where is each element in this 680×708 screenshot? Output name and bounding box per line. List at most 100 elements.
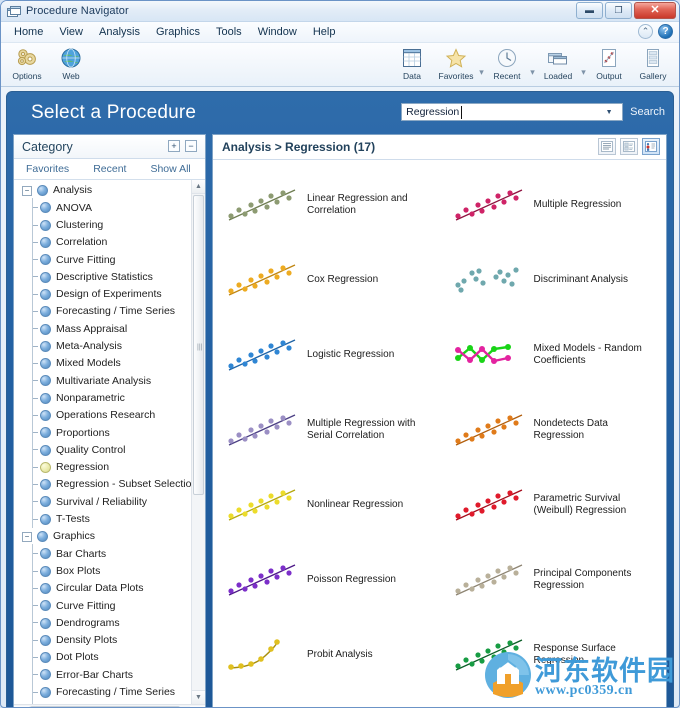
tree-item-anova[interactable]: ANOVA (14, 198, 191, 217)
tree-expander-icon[interactable]: − (22, 185, 32, 196)
tree-item-t-tests[interactable]: T-Tests (14, 509, 191, 528)
procedure-name: Cox Regression (307, 273, 379, 285)
tree-item-label: Design of Experiments (56, 288, 162, 301)
tree-item-dendrograms[interactable]: Dendrograms (14, 613, 191, 632)
procedure-item[interactable]: Multiple Regression with Serial Correlat… (213, 392, 440, 467)
tree-item-meta-analysis[interactable]: Meta-Analysis (14, 336, 191, 355)
recent-split-arrow[interactable]: ▾ (529, 45, 536, 78)
chevron-down-icon[interactable]: ▼ (600, 104, 618, 120)
loaded-split-arrow[interactable]: ▾ (580, 45, 587, 78)
list-view-button[interactable] (598, 138, 616, 155)
tree-item-dot-plots[interactable]: Dot Plots (14, 647, 191, 667)
detail-view-button[interactable] (620, 138, 638, 155)
menu-item-help[interactable]: Help (305, 24, 344, 40)
tree-item-clustering[interactable]: Clustering (14, 215, 191, 234)
tree-item-regression-subset-selection[interactable]: Regression - Subset Selection (14, 475, 197, 494)
breadcrumb-bar: Analysis > Regression (17) (213, 135, 666, 160)
tree-item-operations-research[interactable]: Operations Research (14, 405, 191, 425)
minimize-button[interactable]: ▬ (576, 2, 603, 19)
tree-vertical-scrollbar[interactable]: ▲ ||| ▼ (191, 180, 205, 704)
tree-item-label: Quality Control (56, 443, 126, 456)
tree-item-curve-fitting[interactable]: Curve Fitting (14, 596, 191, 615)
tree-item-forecasting-time-series[interactable]: Forecasting / Time Series (14, 302, 191, 321)
tree-item-design-of-experiments[interactable]: Design of Experiments (14, 284, 191, 304)
tree-item-label: Dendrograms (56, 616, 120, 629)
expand-all-button[interactable]: + (168, 140, 180, 152)
tree-item-graphics[interactable]: − Graphics (14, 528, 191, 545)
recent-button[interactable]: Recent (485, 45, 529, 81)
loaded-button[interactable]: Loaded (536, 45, 580, 81)
scrollbar-thumb[interactable]: ||| (193, 195, 204, 495)
tree-item-error-bar-charts[interactable]: Error-Bar Charts (14, 665, 191, 684)
search-combobox[interactable]: ▼ (401, 103, 624, 121)
tree-item-label: T-Tests (56, 513, 90, 526)
scroll-up-icon[interactable]: ▲ (192, 180, 205, 194)
procedure-item[interactable]: Ridge Regression (213, 692, 440, 707)
menu-item-window[interactable]: Window (250, 24, 305, 40)
favorites-split-arrow[interactable]: ▾ (478, 45, 485, 78)
tab-recent[interactable]: Recent (81, 163, 138, 175)
tree-expander-icon[interactable]: − (22, 531, 32, 542)
tree-item-survival-reliability[interactable]: Survival / Reliability (14, 492, 191, 511)
web-button[interactable]: Web (49, 45, 93, 81)
tree-item-multivariate-analysis[interactable]: Multivariate Analysis (14, 371, 191, 390)
menu-item-tools[interactable]: Tools (208, 24, 250, 40)
tree-item-box-plots[interactable]: Box Plots (14, 561, 191, 580)
procedure-item[interactable]: Multiple Regression (440, 167, 667, 242)
procedure-item[interactable]: Mixed Models - Random Coefficients (440, 317, 667, 392)
scroll-down-icon[interactable]: ▼ (192, 690, 205, 704)
tree-item-proportions[interactable]: Proportions (14, 423, 191, 442)
favorites-button[interactable]: Favorites (434, 45, 478, 81)
procedure-item[interactable]: Cox Regression (213, 242, 440, 317)
menu-item-graphics[interactable]: Graphics (148, 24, 208, 40)
data-button[interactable]: Data (390, 45, 434, 81)
maximize-button[interactable]: ❐ (605, 2, 632, 19)
tree-bullet-icon (37, 531, 48, 543)
collapse-all-button[interactable]: − (185, 140, 197, 152)
tree-item-quality-control[interactable]: Quality Control (14, 440, 191, 459)
help-icon[interactable]: ? (658, 24, 673, 39)
tree-item-regression[interactable]: Regression (14, 457, 191, 477)
gallery-button[interactable]: Gallery (631, 45, 675, 81)
procedure-item[interactable]: Robust Regression (440, 692, 667, 707)
procedure-name: Discriminant Analysis (533, 273, 628, 285)
procedure-item[interactable]: Linear Regression and Correlation (213, 167, 440, 242)
procedure-item[interactable]: Discriminant Analysis (440, 242, 667, 317)
collapse-ribbon-icon[interactable]: ⌃ (638, 24, 653, 39)
procedure-item[interactable]: Nondetects Data Regression (440, 392, 667, 467)
menu-item-home[interactable]: Home (6, 24, 51, 40)
search-button[interactable]: Search (630, 106, 665, 118)
search-input[interactable] (402, 104, 601, 120)
icon-view-button[interactable] (642, 138, 660, 155)
options-button[interactable]: Options (5, 45, 49, 81)
procedure-item[interactable]: Response Surface Regression (440, 617, 667, 692)
tab-favorites[interactable]: Favorites (14, 163, 81, 175)
tree-item-mixed-models[interactable]: Mixed Models (14, 353, 191, 373)
procedure-item[interactable]: Probit Analysis (213, 617, 440, 692)
output-button[interactable]: Output (587, 45, 631, 81)
tree-item-descriptive-statistics[interactable]: Descriptive Statistics (14, 267, 191, 286)
loaded-label: Loaded (543, 71, 573, 81)
menu-item-view[interactable]: View (51, 24, 91, 40)
procedure-item[interactable]: Parametric Survival (Weibull) Regression (440, 467, 667, 542)
tree-item-bar-charts[interactable]: Bar Charts (14, 544, 191, 563)
tree-item-label: Forecasting / Time Series (56, 686, 176, 698)
tab-show-all[interactable]: Show All (138, 163, 202, 175)
procedure-item[interactable]: Nonlinear Regression (213, 467, 440, 542)
tree-bullet-icon (40, 219, 51, 231)
menu-item-analysis[interactable]: Analysis (91, 24, 148, 40)
tree-item-nonparametric[interactable]: Nonparametric (14, 388, 191, 407)
tree-item-density-plots[interactable]: Density Plots (14, 630, 191, 650)
tree-item-forecasting-time-series[interactable]: Forecasting / Time Series (14, 682, 191, 701)
procedure-item[interactable]: Logistic Regression (213, 317, 440, 392)
tree-item-correlation[interactable]: Correlation (14, 232, 191, 252)
tree-item-circular-data-plots[interactable]: Circular Data Plots (14, 578, 191, 598)
close-button[interactable]: ✕ (634, 2, 676, 19)
tree-horizontal-scrollbar[interactable]: ◄ ||| ► (14, 704, 205, 707)
tree-item-mass-appraisal[interactable]: Mass Appraisal (14, 319, 191, 338)
tree-item-analysis[interactable]: − Analysis (14, 182, 191, 199)
procedure-item[interactable]: Poisson Regression (213, 542, 440, 617)
procedure-item[interactable]: Principal Components Regression (440, 542, 667, 617)
tree-item-curve-fitting[interactable]: Curve Fitting (14, 250, 191, 269)
ribbon-left-group: Options Web (1, 43, 93, 81)
